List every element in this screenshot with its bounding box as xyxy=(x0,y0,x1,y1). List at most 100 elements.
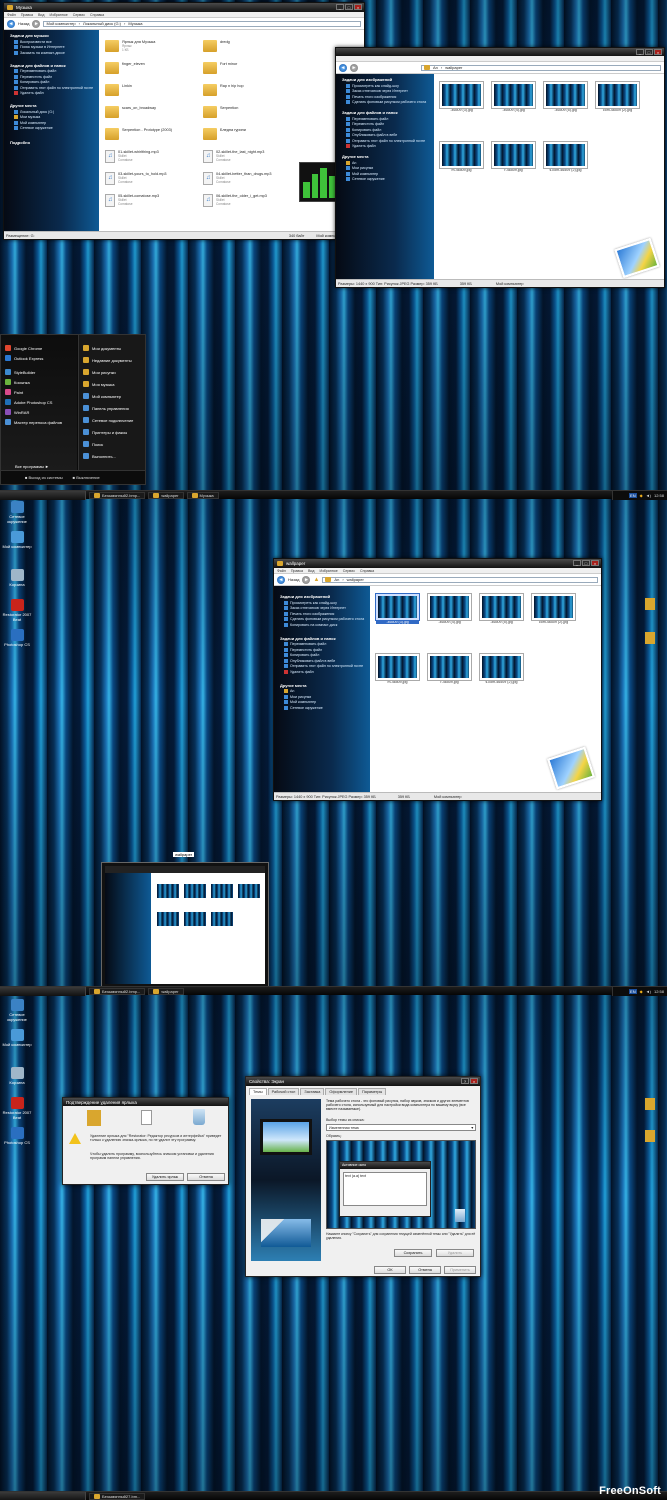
thumbnail[interactable]: r-46509.jpg xyxy=(491,141,536,172)
start-menu-program[interactable]: Paint xyxy=(1,387,77,397)
place-my-computer[interactable]: Мой компьютер xyxy=(14,120,99,125)
image-tasks-heading[interactable]: Задачи для изображений xyxy=(342,77,434,82)
minimize-button[interactable]: _ xyxy=(636,49,644,55)
taskbar-item-paint[interactable]: Безымянный2.bmp... xyxy=(89,491,146,499)
task-copy[interactable]: Копировать файл xyxy=(284,653,370,657)
list-item[interactable]: Бледна гурини xyxy=(203,128,297,140)
delete-shortcut-dialog[interactable]: Подтверждение удаления ярлыка Удаление я… xyxy=(62,1097,229,1185)
list-item[interactable]: dredg xyxy=(203,40,297,52)
list-item[interactable]: 01-skillet-whirlthing.mp3SkilletComatose xyxy=(105,150,199,163)
taskbar-item-wallpaper[interactable]: wallpaper xyxy=(148,491,184,499)
start-menu-program[interactable]: Мастер переноса файлов xyxy=(1,417,77,427)
start-menu-program[interactable]: Google Chrome xyxy=(1,343,77,353)
dialog-titlebar[interactable]: Подтверждение удаления ярлыка xyxy=(63,1098,228,1106)
details-heading[interactable]: Подробно xyxy=(10,140,99,145)
window-titlebar[interactable]: _ □ × xyxy=(336,48,664,56)
forward-arrow-icon[interactable]: ► xyxy=(32,19,41,28)
menu-edit[interactable]: Правка xyxy=(21,13,33,17)
close-button[interactable]: × xyxy=(654,49,662,55)
task-email[interactable]: Отправить этот файл по электронной почте xyxy=(284,664,370,668)
desktop-folder-icon[interactable] xyxy=(645,1098,655,1110)
close-button[interactable]: × xyxy=(591,560,599,566)
desktop-folder-icon[interactable] xyxy=(645,598,655,610)
list-item[interactable]: Serpention xyxy=(203,106,297,118)
thumbnail[interactable]: com-46509 (2).jpg xyxy=(595,81,640,112)
start-menu-place[interactable]: Недавние документы xyxy=(79,355,145,365)
place-network[interactable]: Сетевое окружение xyxy=(284,705,370,710)
address-field[interactable]: Мой компьютер › Локальный диск (G:) › Музы… xyxy=(43,20,361,27)
start-button[interactable] xyxy=(0,986,86,996)
desktop-folder-icon[interactable] xyxy=(645,1130,655,1142)
start-menu-place[interactable]: Моя музыка xyxy=(79,379,145,389)
breadcrumb-an[interactable]: An xyxy=(334,577,339,582)
breadcrumb-my-computer[interactable]: Мой компьютер xyxy=(46,21,75,26)
window-titlebar[interactable]: Музыка _ □ × xyxy=(4,3,364,12)
task-order-prints[interactable]: Заказ отпечатков через Интернет xyxy=(346,89,434,93)
list-item[interactable]: 03-skillet-yours_to_hold.mp3SkilletComat… xyxy=(105,172,199,185)
list-item[interactable]: scars_on_broadway xyxy=(105,106,199,118)
task-rename[interactable]: Переименовать файл xyxy=(346,116,434,121)
taskbar-item-paint[interactable]: Безымянный27.bm... xyxy=(89,1492,146,1500)
list-item[interactable]: Serpention - Prototype (2003) xyxy=(105,128,199,140)
list-item[interactable]: Ярлык для Музыка Ярлык 1 КБ xyxy=(105,40,199,52)
breadcrumb-drive[interactable]: Локальный диск (G:) xyxy=(83,21,121,26)
taskbar-item-music[interactable]: Музыка xyxy=(186,491,219,499)
task-delete[interactable]: Удалить файл xyxy=(14,91,99,95)
menu-tools[interactable]: Сервис xyxy=(73,13,85,17)
place-my-pictures[interactable]: Мои рисунки xyxy=(284,694,370,699)
task-publish[interactable]: Опубликовать файл в вебе xyxy=(284,658,370,663)
task-slideshow[interactable]: Просмотреть как слайд-шоу xyxy=(346,83,434,88)
task-order-prints[interactable]: Заказ отпечатков через Интернет xyxy=(284,606,370,610)
list-item[interactable]: 05-skillet-comatose.mp3SkilletComatose xyxy=(105,194,199,207)
delete-shortcut-button[interactable]: Удалить ярлык xyxy=(146,1173,184,1181)
start-menu[interactable]: Google Chrome Outlook Express StyleBuilder… xyxy=(0,334,146,485)
other-places-heading[interactable]: Другие места xyxy=(342,154,434,159)
thumbnail[interactable]: -46509 (3).jpg xyxy=(439,81,484,112)
task-play-all[interactable]: Воспроизвести все xyxy=(14,39,99,44)
tab-appearance[interactable]: Оформление xyxy=(325,1088,357,1095)
desktop-folder-icon[interactable] xyxy=(645,632,655,644)
music-tasks-heading[interactable]: Задачи для музыки xyxy=(10,33,99,38)
breadcrumb-an[interactable]: An xyxy=(433,65,438,70)
task-copy[interactable]: Копировать файл xyxy=(346,127,434,132)
all-programs-button[interactable]: Все программы ► xyxy=(15,464,49,469)
list-item[interactable]: finger_eleven xyxy=(105,62,199,74)
music-explorer-window[interactable]: Музыка _ □ × Файл Правка Вид Избранное Сер… xyxy=(3,2,365,240)
taskbar-window-preview[interactable] xyxy=(101,862,269,988)
other-places-heading[interactable]: Другие места xyxy=(10,103,99,108)
close-button[interactable]: × xyxy=(354,4,362,10)
delete-theme-button[interactable]: Удалить xyxy=(436,1249,474,1257)
thumbnail[interactable]: -46509 (5).jpg xyxy=(479,593,524,624)
task-order-cd[interactable]: Заказать на компакт-диске xyxy=(14,50,99,55)
shutdown-button[interactable]: ■ Выключение xyxy=(73,475,100,480)
logoff-button[interactable]: ■ Выход из системы xyxy=(25,475,63,480)
task-slideshow[interactable]: Просмотреть как слайд-шоу xyxy=(284,600,370,605)
clock[interactable]: 12:58 xyxy=(654,493,664,498)
menu-file[interactable]: Файл xyxy=(7,13,16,17)
cancel-button[interactable]: Отмена xyxy=(409,1266,441,1274)
desktop-icon[interactable]: Мой компьютер xyxy=(0,531,34,549)
desktop-icon[interactable]: Restorator 2007 Beat xyxy=(0,599,34,622)
thumbnail[interactable]: -46509 (5).jpg xyxy=(543,81,588,112)
thumbnail[interactable]: s.com-46509 (2).jpg xyxy=(479,653,524,684)
forward-arrow-icon[interactable]: ► xyxy=(302,575,311,584)
ok-button[interactable]: ОК xyxy=(374,1266,406,1274)
task-copy[interactable]: Копировать файл xyxy=(14,80,99,84)
breadcrumb-wallpaper[interactable]: wallpaper xyxy=(445,65,462,70)
maximize-button[interactable]: □ xyxy=(345,4,353,10)
desktop-icon[interactable]: Мой компьютер xyxy=(0,1029,34,1047)
menu-edit[interactable]: Правка xyxy=(291,569,303,573)
language-indicator[interactable]: EN xyxy=(629,989,637,994)
list-item[interactable]: 02-skillet-the_last_night.mp3SkilletComa… xyxy=(203,150,297,163)
back-label[interactable]: Назад xyxy=(18,21,29,26)
cancel-button[interactable]: Отмена xyxy=(187,1173,225,1181)
place-music[interactable]: Мои музыка xyxy=(14,115,99,119)
menu-view[interactable]: Вид xyxy=(308,569,315,573)
file-tasks-heading[interactable]: Задачи для файлов и папок xyxy=(10,63,99,68)
task-move[interactable]: Переместить файл xyxy=(284,647,370,652)
task-rename[interactable]: Переименовать файл xyxy=(284,642,370,646)
thumbnail[interactable]: s.com-46509 (2).jpg xyxy=(543,141,588,172)
menu-file[interactable]: Файл xyxy=(277,569,286,573)
task-set-background[interactable]: Сделать фоновым рисунком рабочего стола xyxy=(284,617,370,621)
list-item[interactable]: Rap n hip hop xyxy=(203,84,297,96)
